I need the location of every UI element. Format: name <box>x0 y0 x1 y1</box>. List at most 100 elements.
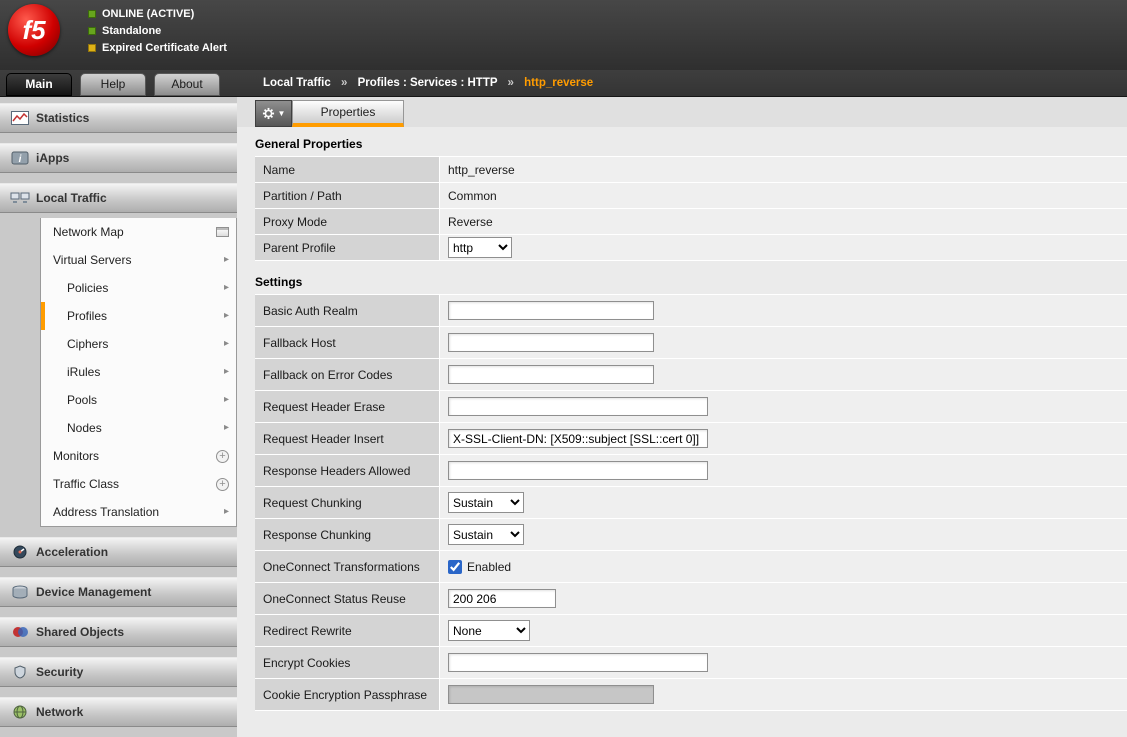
sidebar-item-monitors[interactable]: Monitors + <box>41 442 236 470</box>
status-label: Standalone <box>102 25 161 37</box>
row-label: Fallback Host <box>255 327 440 359</box>
sidebar-item-pools[interactable]: Pools ▸ <box>41 386 236 414</box>
response-chunking-select[interactable]: Sustain <box>448 524 524 545</box>
oneconnect-status-reuse-input[interactable] <box>448 589 556 608</box>
enabled-label: Enabled <box>467 560 511 574</box>
settings-title: Settings <box>255 275 1127 289</box>
local-traffic-submenu: Network Map Virtual Servers ▸ Policies ▸… <box>40 218 237 527</box>
chevron-right-icon: ▸ <box>224 302 229 330</box>
status-online: ONLINE (ACTIVE) <box>88 5 227 22</box>
sidebar-item-label: Security <box>36 665 83 679</box>
sidebar-item-policies[interactable]: Policies ▸ <box>41 274 236 302</box>
tab-main[interactable]: Main <box>6 73 72 96</box>
status-yellow-icon <box>88 44 96 52</box>
breadcrumb: Local Traffic » Profiles : Services : HT… <box>263 70 593 96</box>
tab-properties[interactable]: Properties <box>292 100 404 127</box>
basic-auth-realm-input[interactable] <box>448 301 654 320</box>
breadcrumb-root[interactable]: Local Traffic <box>263 77 331 89</box>
submenu-label: Policies <box>67 281 108 295</box>
table-row: Redirect Rewrite None <box>255 615 1127 647</box>
sidebar-item-label: Statistics <box>36 111 89 125</box>
general-properties-title: General Properties <box>255 137 1127 151</box>
sidebar-item-security[interactable]: Security <box>0 657 237 687</box>
nav-strip: Main Help About Local Traffic » Profiles… <box>0 70 1127 97</box>
sidebar-item-statistics[interactable]: Statistics <box>0 103 237 133</box>
sidebar: Statistics i iApps Local Traffic Network… <box>0 97 237 737</box>
sidebar-item-nodes[interactable]: Nodes ▸ <box>41 414 236 442</box>
sidebar-item-device-management[interactable]: Device Management <box>0 577 237 607</box>
chevron-right-icon: ▸ <box>224 330 229 358</box>
options-gear-button[interactable]: ▼ <box>255 100 292 127</box>
table-row: OneConnect Transformations Enabled <box>255 551 1127 583</box>
parent-profile-select[interactable]: http <box>448 237 512 258</box>
table-row: Request Chunking Sustain <box>255 487 1127 519</box>
security-shield-icon <box>8 665 32 679</box>
sidebar-item-local-traffic[interactable]: Local Traffic <box>0 183 237 213</box>
top-tabs: Main Help About <box>6 73 220 96</box>
sidebar-item-label: Device Management <box>36 585 151 599</box>
row-label: Partition / Path <box>255 183 440 209</box>
submenu-label: Pools <box>67 393 97 407</box>
row-label: OneConnect Transformations <box>255 551 440 583</box>
table-row: Request Header Insert <box>255 423 1127 455</box>
main-content: ▼ Properties General Properties Name htt… <box>237 97 1127 737</box>
chevron-right-icon: ▸ <box>224 498 229 526</box>
row-label: Request Header Insert <box>255 423 440 455</box>
row-label: Cookie Encryption Passphrase <box>255 679 440 711</box>
breadcrumb-middle[interactable]: Profiles : Services : HTTP <box>358 77 498 89</box>
add-plus-icon[interactable]: + <box>216 442 229 470</box>
tab-help[interactable]: Help <box>80 73 146 96</box>
submenu-label: Address Translation <box>53 505 159 519</box>
row-label: Name <box>255 157 440 183</box>
proxy-mode-value: Reverse <box>448 215 493 229</box>
table-row: Response Headers Allowed <box>255 455 1127 487</box>
sidebar-item-shared-objects[interactable]: Shared Objects <box>0 617 237 647</box>
cookie-encryption-passphrase-input[interactable] <box>448 685 654 704</box>
redirect-rewrite-select[interactable]: None <box>448 620 530 641</box>
sidebar-item-label: Network <box>36 705 83 719</box>
sidebar-item-profiles[interactable]: Profiles ▸ <box>41 302 236 330</box>
sidebar-item-ciphers[interactable]: Ciphers ▸ <box>41 330 236 358</box>
status-green-icon <box>88 10 96 18</box>
status-green-icon <box>88 27 96 35</box>
row-label: Encrypt Cookies <box>255 647 440 679</box>
row-label: OneConnect Status Reuse <box>255 583 440 615</box>
fallback-error-codes-input[interactable] <box>448 365 654 384</box>
sidebar-item-network[interactable]: Network <box>0 697 237 727</box>
profile-toolbar: ▼ Properties <box>237 97 1127 127</box>
request-header-insert-input[interactable] <box>448 429 708 448</box>
table-row: Name http_reverse <box>255 157 1127 183</box>
f5-logo: f5 <box>8 4 60 56</box>
sidebar-item-address-translation[interactable]: Address Translation ▸ <box>41 498 236 526</box>
request-chunking-select[interactable]: Sustain <box>448 492 524 513</box>
breadcrumb-separator-icon: » <box>508 77 514 89</box>
network-globe-icon <box>8 705 32 719</box>
sidebar-item-network-map[interactable]: Network Map <box>41 218 236 246</box>
fallback-host-input[interactable] <box>448 333 654 352</box>
device-status-list: ONLINE (ACTIVE) Standalone Expired Certi… <box>88 5 227 56</box>
submenu-label: Nodes <box>67 421 102 435</box>
sidebar-item-acceleration[interactable]: Acceleration <box>0 537 237 567</box>
status-cert-alert: Expired Certificate Alert <box>88 39 227 56</box>
sidebar-item-iapps[interactable]: i iApps <box>0 143 237 173</box>
table-row: Request Header Erase <box>255 391 1127 423</box>
sidebar-item-traffic-class[interactable]: Traffic Class + <box>41 470 236 498</box>
sidebar-item-label: Shared Objects <box>36 625 124 639</box>
response-headers-allowed-input[interactable] <box>448 461 708 480</box>
chevron-right-icon: ▸ <box>224 246 229 274</box>
sidebar-item-label: Local Traffic <box>36 191 107 205</box>
sidebar-item-virtual-servers[interactable]: Virtual Servers ▸ <box>41 246 236 274</box>
device-management-icon <box>8 585 32 599</box>
top-header: f5 ONLINE (ACTIVE) Standalone Expired Ce… <box>0 0 1127 70</box>
table-row: OneConnect Status Reuse <box>255 583 1127 615</box>
settings-table: Basic Auth Realm Fallback Host Fallback … <box>255 294 1127 711</box>
table-row: Response Chunking Sustain <box>255 519 1127 551</box>
request-header-erase-input[interactable] <box>448 397 708 416</box>
encrypt-cookies-input[interactable] <box>448 653 708 672</box>
tab-about[interactable]: About <box>154 73 220 96</box>
sidebar-item-irules[interactable]: iRules ▸ <box>41 358 236 386</box>
add-plus-icon[interactable]: + <box>216 470 229 498</box>
status-label: ONLINE (ACTIVE) <box>102 8 194 20</box>
breadcrumb-separator-icon: » <box>341 77 347 89</box>
oneconnect-transformations-checkbox[interactable] <box>448 560 462 574</box>
